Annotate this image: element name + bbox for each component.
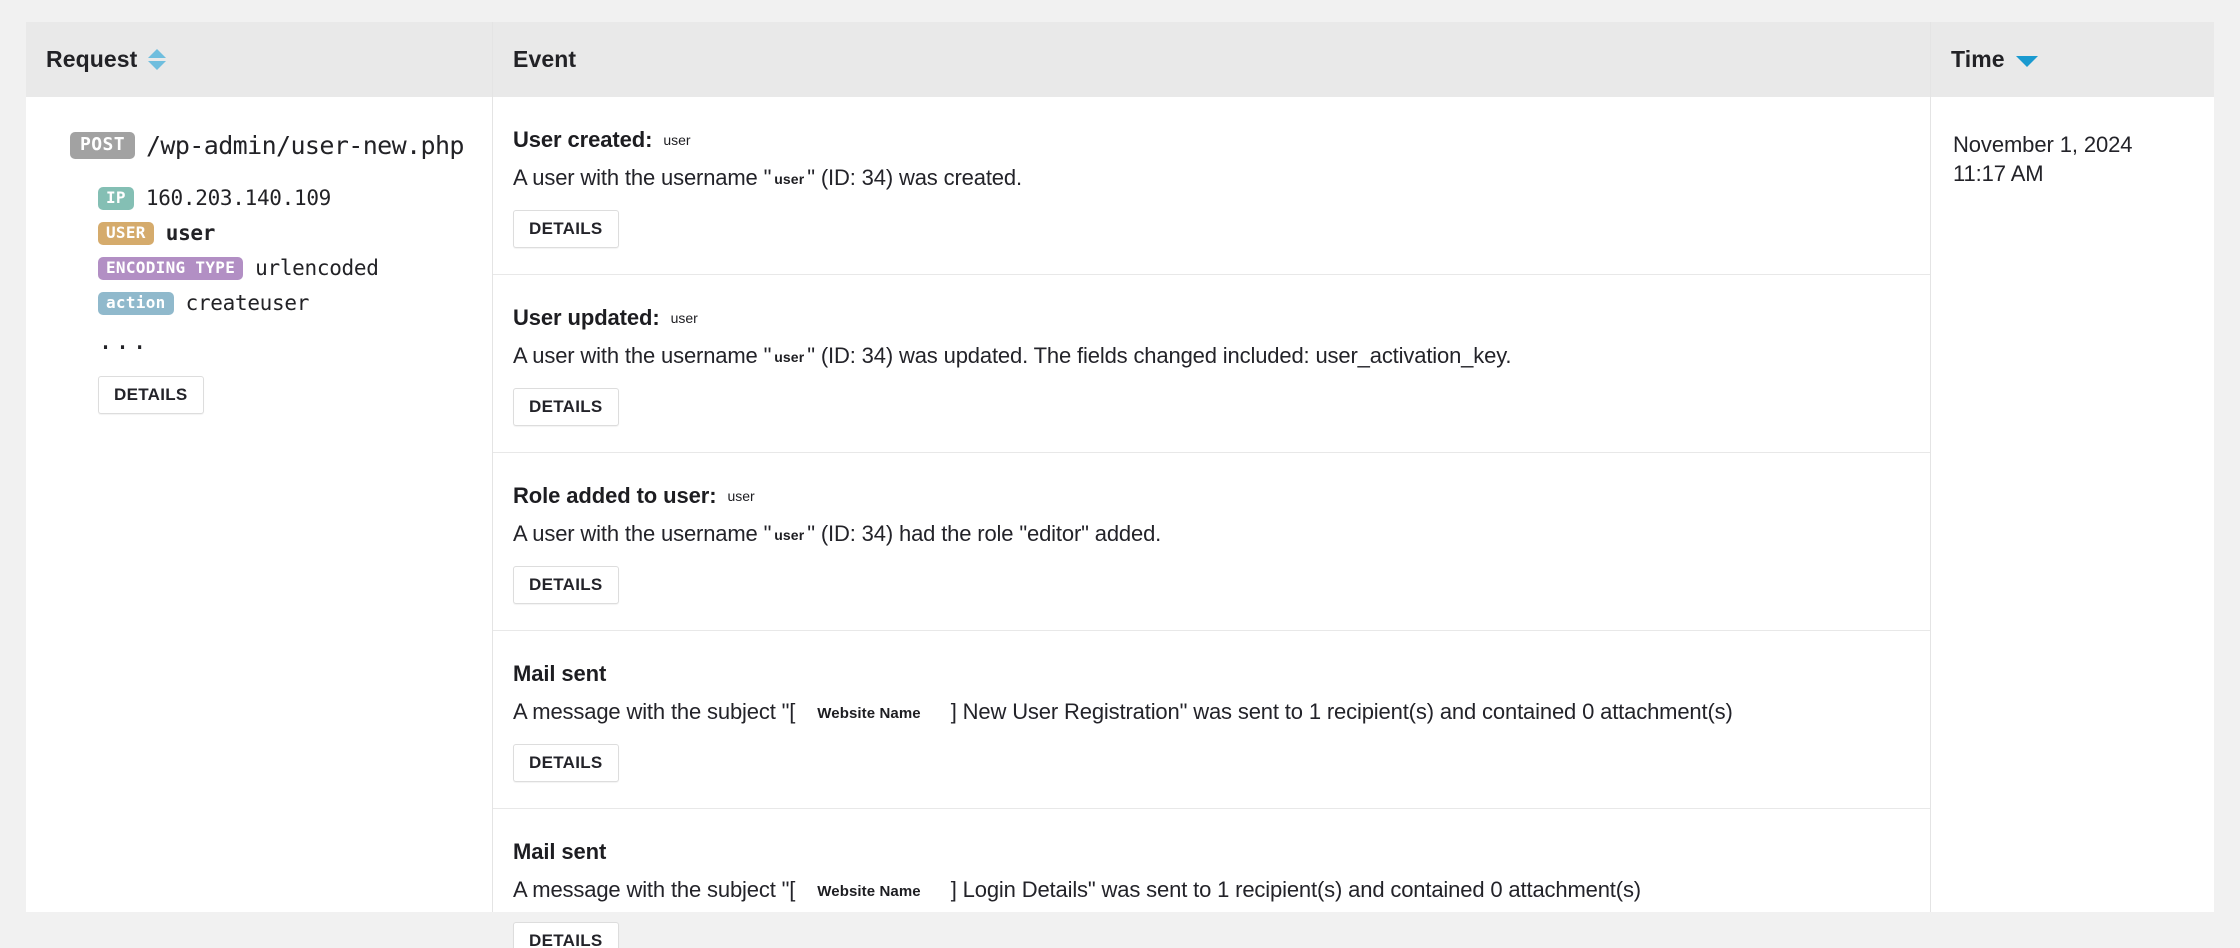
event-description: A user with the username " user " (ID: 34)… [513,342,1930,371]
column-header-request-label: Request [46,46,138,72]
event-description: A user with the username " user " (ID: 34)… [513,520,1930,549]
log-table: Request POST /wp-admin/user-new.php IP 1… [26,22,2214,948]
event-details-button[interactable]: DETAILS [513,388,619,427]
event-description-after: ] Login Details" was sent to 1 recipient… [950,876,1641,902]
column-header-time[interactable]: Time [1931,22,2214,97]
request-attributes-ellipsis: ... [98,326,150,355]
time-cell: November 1, 2024 11:17 AM [1931,97,2214,188]
event-title-text: Mail sent [513,839,607,865]
event-description: A user with the username " user " (ID: 34)… [513,164,1930,193]
page-root: Request POST /wp-admin/user-new.php IP 1… [0,0,2240,948]
event-title: Role added to user: user [513,482,1930,510]
request-attribute-action: action createuser [70,291,492,315]
event-description: A message with the subject "[ Website Nam… [513,876,1930,905]
column-header-time-label: Time [1951,46,2005,72]
request-attribute-user: USER user [70,221,492,245]
column-time: Time November 1, 2024 11:17 AM [1931,22,2214,912]
redacted-token: user [774,348,805,365]
column-body-event: User created: user A user with the userna… [493,97,1930,948]
attribute-value-ip: 160.203.140.109 [145,186,332,210]
column-header-event[interactable]: Event [493,22,1930,97]
event-title-text: Role added to user: [513,483,717,509]
http-method-badge: POST [70,132,135,159]
column-body-time: November 1, 2024 11:17 AM [1931,97,2214,912]
event-description-before: A message with the subject "[ [513,876,796,902]
event-row: User updated: user A user with the userna… [493,275,1930,454]
attribute-key-ip: IP [98,186,134,210]
event-title: Mail sent [513,660,1930,688]
redacted-token: user [663,132,691,148]
request-cell: POST /wp-admin/user-new.php IP 160.203.1… [26,97,492,414]
request-details-button[interactable]: DETAILS [98,376,204,414]
column-body-request: POST /wp-admin/user-new.php IP 160.203.1… [26,97,492,912]
attribute-value-action: createuser [185,291,310,315]
time-value: November 1, 2024 11:17 AM [1953,132,2133,187]
attribute-key-action: action [98,291,174,315]
redacted-token: user [774,526,805,543]
redacted-token: user [774,170,805,187]
event-title: User updated: user [513,304,1930,332]
event-title: User created: user [513,126,1930,154]
event-details-button[interactable]: DETAILS [513,922,619,948]
event-details-wrap: DETAILS [513,566,1930,605]
event-details-button[interactable]: DETAILS [513,744,619,783]
sort-both-icon[interactable] [148,49,167,70]
event-description-before: A user with the username " [513,342,772,368]
event-row: Mail sent A message with the subject "[ W… [493,631,1930,810]
event-description-after: ] New User Registration" was sent to 1 r… [950,698,1733,724]
column-header-event-label: Event [513,46,577,72]
attribute-value-encoding-type: urlencoded [255,256,379,280]
event-details-button[interactable]: DETAILS [513,566,619,605]
event-details-wrap: DETAILS [513,388,1930,427]
event-title-text: Mail sent [513,661,607,687]
request-details-wrap: DETAILS [70,376,492,414]
attribute-key-user: USER [98,221,154,245]
event-description-after: " (ID: 34) was updated. The fields chang… [807,342,1512,368]
column-event: Event User created: user A user with the … [493,22,1931,948]
event-title: Mail sent [513,838,1930,866]
redacted-token: user [670,310,698,327]
request-attribute-encoding-type: ENCODING TYPE urlencoded [70,256,492,280]
event-details-wrap: DETAILS [513,744,1930,783]
column-header-request[interactable]: Request [26,22,492,97]
event-description-before: A user with the username " [513,164,772,190]
event-description-before: A user with the username " [513,520,772,546]
sort-desc-icon[interactable] [2015,56,2038,67]
request-path: /wp-admin/user-new.php [145,131,465,160]
event-row: User created: user A user with the userna… [493,97,1930,276]
event-title-text: User updated: [513,305,660,331]
redacted-token: user [727,488,755,505]
redacted-token: Website Name [817,882,921,900]
attribute-key-encoding-type: ENCODING TYPE [98,256,244,280]
event-row: Mail sent A message with the subject "[ W… [493,809,1930,948]
event-title-text: User created: [513,127,653,152]
request-attributes: IP 160.203.140.109 USER user ENCODING TY… [70,186,492,353]
event-details-wrap: DETAILS [513,922,1930,948]
event-details-wrap: DETAILS [513,210,1930,249]
request-method-line: POST /wp-admin/user-new.php [70,131,492,160]
event-details-button[interactable]: DETAILS [513,210,619,249]
event-description-after: " (ID: 34) was created. [807,164,1022,190]
event-description-after: " (ID: 34) had the role "editor" added. [807,520,1162,546]
event-description-before: A message with the subject "[ [513,698,796,724]
attribute-value-user: user [165,221,216,245]
event-row: Role added to user: user A user with the … [493,453,1930,632]
request-attribute-ip: IP 160.203.140.109 [70,186,492,210]
redacted-token: Website Name [817,704,921,722]
column-request: Request POST /wp-admin/user-new.php IP 1… [26,22,493,912]
event-description: A message with the subject "[ Website Nam… [513,698,1930,727]
